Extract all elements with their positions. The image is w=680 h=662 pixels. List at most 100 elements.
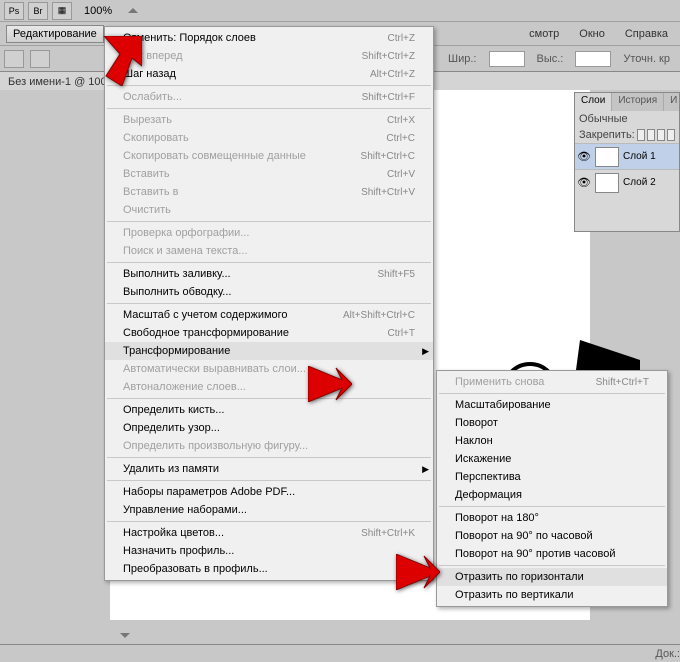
ps-logo-icon[interactable]: Ps [4, 2, 24, 20]
menu-item[interactable]: Выполнить обводку... [105, 283, 433, 301]
menu-shortcut: Shift+Ctrl+Z [362, 51, 415, 62]
menu-item-label: Настройка цветов... [123, 527, 224, 539]
menu-shortcut: Shift+Ctrl+F [362, 92, 415, 103]
refine-edge-button[interactable]: Уточн. кр [617, 53, 676, 65]
menu-item-window[interactable]: Окно [571, 26, 613, 42]
menu-item-label: Наборы параметров Adobe PDF... [123, 486, 295, 498]
menu-separator [107, 221, 431, 222]
menu-item[interactable]: Отменить: Порядок слоевCtrl+Z [105, 29, 433, 47]
menu-item-label: Проверка орфографии... [123, 227, 249, 239]
visibility-eye-icon[interactable]: 👁 [577, 176, 591, 189]
menu-separator [107, 457, 431, 458]
menu-item[interactable]: Перспектива [437, 468, 667, 486]
menu-item[interactable]: Деформация [437, 486, 667, 504]
lock-position-icon[interactable] [657, 129, 665, 141]
menu-item[interactable]: Управление наборами... [105, 501, 433, 519]
menu-item-label: Применить снова [455, 376, 544, 388]
layer-row[interactable]: 👁 Слой 1 [575, 143, 679, 169]
tab-actions[interactable]: И [664, 93, 680, 111]
menu-separator [107, 108, 431, 109]
menu-separator [107, 303, 431, 304]
menu-item[interactable]: Определить узор... [105, 419, 433, 437]
menu-item: Ослабить... Shift+Ctrl+F [105, 88, 433, 106]
menu-item[interactable]: Поворот на 180° [437, 509, 667, 527]
width-field[interactable] [489, 51, 525, 67]
tool-crop-icon[interactable] [4, 50, 24, 68]
menu-item[interactable]: Выполнить заливку...Shift+F5 [105, 265, 433, 283]
menu-item-label: Поворот на 90° против часовой [455, 548, 616, 560]
menu-shortcut: Shift+F5 [377, 269, 415, 280]
menu-item-label: Деформация [455, 489, 522, 501]
menu-item[interactable]: Поворот на 90° по часовой [437, 527, 667, 545]
menu-item-label: Автоналожение слоев... [123, 381, 246, 393]
menu-item-label: Ослабить... [123, 91, 182, 103]
menu-item: Вставить в Shift+Ctrl+V [105, 183, 433, 201]
menu-shortcut: Ctrl+T [388, 328, 416, 339]
layer-row[interactable]: 👁 Слой 2 [575, 169, 679, 195]
menu-item: ВырезатьCtrl+X [105, 111, 433, 129]
lock-all-icon[interactable] [667, 129, 675, 141]
menu-item[interactable]: Наклон [437, 432, 667, 450]
height-field[interactable] [575, 51, 611, 67]
menu-item[interactable]: Свободное трансформирование Ctrl+T [105, 324, 433, 342]
layer-thumbnail[interactable] [595, 147, 619, 167]
menu-item-label: Выполнить обводку... [123, 286, 231, 298]
menu-item[interactable]: Поворот на 90° против часовой [437, 545, 667, 563]
menu-item-label: Вставить в [123, 186, 179, 198]
menu-separator [439, 393, 665, 394]
layer-thumbnail[interactable] [595, 173, 619, 193]
menu-item-label: Отразить по вертикали [455, 589, 573, 601]
tab-history[interactable]: История [612, 93, 664, 111]
menu-item[interactable]: Отразить по горизонтали [437, 568, 667, 586]
menu-item[interactable]: Отразить по вертикали [437, 586, 667, 604]
width-label: Шир.: [442, 53, 482, 65]
preset-menu-icon[interactable] [30, 50, 50, 68]
tab-layers[interactable]: Слои [575, 93, 612, 111]
bridge-icon[interactable]: Br [28, 2, 48, 20]
transform-submenu: Применить снова Shift+Ctrl+T Масштабирован… [436, 370, 668, 607]
menu-item-view[interactable]: смотр [521, 26, 567, 42]
menu-shortcut: Shift+Ctrl+V [361, 187, 415, 198]
lock-pixels-icon[interactable] [647, 129, 655, 141]
menu-item[interactable]: Шаг назадAlt+Ctrl+Z [105, 65, 433, 83]
menu-item[interactable]: Настройка цветов...Shift+Ctrl+K [105, 524, 433, 542]
menu-item[interactable]: Поворот [437, 414, 667, 432]
visibility-eye-icon[interactable]: 👁 [577, 150, 591, 163]
menu-item-label: Свободное трансформирование [123, 327, 289, 339]
height-label: Выс.: [531, 53, 570, 65]
menu-separator [107, 85, 431, 86]
edit-menu-button[interactable]: Редактирование [6, 25, 104, 43]
menu-item-label: Удалить из памяти [123, 463, 219, 475]
submenu-arrow-icon: ▶ [422, 464, 429, 475]
lock-transparency-icon[interactable] [637, 129, 645, 141]
menu-item-label: Поворот на 180° [455, 512, 539, 524]
mb-icon[interactable]: ▦ [52, 2, 72, 20]
menu-item-label: Скопировать [123, 132, 189, 144]
layers-panel: Слои История И Обычные Закрепить: 👁 Слой… [574, 92, 680, 232]
menu-item[interactable]: Назначить профиль... [105, 542, 433, 560]
status-bar: Док.: [0, 644, 680, 662]
menu-item[interactable]: Масштабирование [437, 396, 667, 414]
chevron-down-icon[interactable] [120, 633, 130, 638]
menu-item: Автоналожение слоев... [105, 378, 433, 396]
menu-shortcut: Shift+Ctrl+T [596, 377, 649, 388]
lock-label: Закрепить: [579, 129, 635, 141]
menu-item[interactable]: Наборы параметров Adobe PDF... [105, 483, 433, 501]
menu-item-help[interactable]: Справка [617, 26, 676, 42]
zoom-level: 100% [76, 5, 120, 17]
panel-tabs: Слои История И [575, 93, 679, 111]
menu-separator [439, 506, 665, 507]
menu-item[interactable]: Определить кисть... [105, 401, 433, 419]
menu-item-label: Масштаб с учетом содержимого [123, 309, 288, 321]
menu-item[interactable]: Масштаб с учетом содержимогоAlt+Shift+Ct… [105, 306, 433, 324]
menu-item: ВставитьCtrl+V [105, 165, 433, 183]
menu-item[interactable]: Преобразовать в профиль... [105, 560, 433, 578]
blend-mode-select[interactable]: Обычные [575, 111, 679, 127]
menu-item[interactable]: Трансформирование▶ [105, 342, 433, 360]
menu-item: Скопировать совмещенные данныеShift+Ctrl… [105, 147, 433, 165]
menu-item[interactable]: Удалить из памяти ▶ [105, 460, 433, 478]
menu-item[interactable]: Искажение [437, 450, 667, 468]
submenu-arrow-icon: ▶ [422, 346, 429, 357]
menu-item-label: Определить узор... [123, 422, 220, 434]
chevron-up-icon[interactable] [128, 8, 138, 13]
